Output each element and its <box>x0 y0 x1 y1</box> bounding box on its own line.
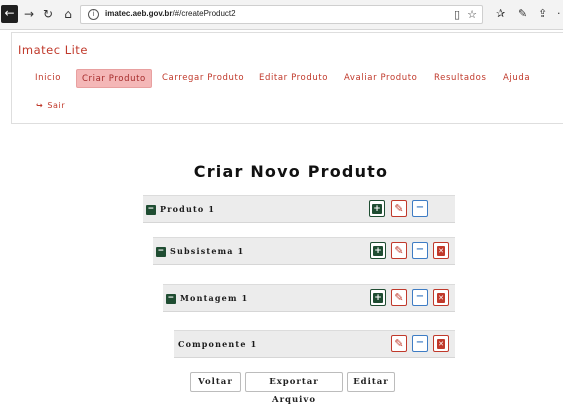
favorites-bar-icon[interactable]: ✰ <box>496 7 505 20</box>
menu-item-inicio[interactable]: Inicio <box>30 69 66 88</box>
browser-toolbar: ← → ↻ ⌂ i imatec.aeb.gov.br/#/createProd… <box>0 0 563 30</box>
tree-node-montagem: − Montagem 1 + ✎ − ✕ <box>163 284 455 312</box>
address-url: imatec.aeb.gov.br/#/createProduct2 <box>105 9 236 18</box>
plus-icon: + <box>373 293 383 303</box>
reload-icon[interactable]: ↻ <box>40 6 56 22</box>
menu-item-editar-produto[interactable]: Editar Produto <box>254 69 333 88</box>
edit-button[interactable]: ✎ <box>391 335 407 352</box>
add-child-button[interactable]: + <box>370 289 386 306</box>
tree-node-produto: − Produto 1 + ✎ − <box>143 195 455 223</box>
menu-item-resultados[interactable]: Resultados <box>429 69 492 88</box>
expand-toggle-icon[interactable]: − <box>146 205 156 215</box>
delete-button[interactable]: ✕ <box>433 335 449 352</box>
reading-view-icon[interactable]: ▯ <box>454 8 460 21</box>
plus-icon: + <box>373 246 383 256</box>
pen-notes-icon[interactable]: ✎ <box>518 7 527 20</box>
back-arrow-icon[interactable]: ← <box>1 5 18 23</box>
menu-item-carregar-produto[interactable]: Carregar Produto <box>157 69 249 88</box>
favorite-star-icon[interactable]: ☆ <box>467 8 477 21</box>
export-file-button[interactable]: Exportar Arquivo <box>245 372 343 405</box>
edit-button[interactable]: ✎ <box>391 200 407 217</box>
collapse-button[interactable]: − <box>412 200 428 217</box>
edit-product-button[interactable]: Editar <box>347 372 395 392</box>
page-title: Criar Novo Produto <box>193 162 389 181</box>
menu-item-avaliar-produto[interactable]: Avaliar Produto <box>339 69 423 88</box>
forward-arrow-icon[interactable]: → <box>21 6 37 22</box>
address-bar[interactable]: i imatec.aeb.gov.br/#/createProduct2 ▯ ☆ <box>80 5 483 24</box>
collapse-button[interactable]: − <box>412 289 428 306</box>
more-icon[interactable]: · <box>557 7 561 20</box>
app-brand[interactable]: Imatec Lite <box>18 43 88 57</box>
tree-node-label: Componente 1 <box>178 339 258 349</box>
trash-icon: ✕ <box>437 293 445 303</box>
plus-icon: + <box>372 204 382 214</box>
tree-node-componente: Componente 1 ✎ − ✕ <box>174 330 455 358</box>
tree-node-label: Produto 1 <box>160 204 216 214</box>
home-icon[interactable]: ⌂ <box>60 6 76 22</box>
menu-item-criar-produto[interactable]: Criar Produto <box>76 69 152 88</box>
share-icon[interactable]: ⇪ <box>538 7 547 20</box>
add-child-button[interactable]: + <box>369 200 385 217</box>
app-header: Imatec Lite Inicio Criar Produto Carrega… <box>11 32 563 124</box>
expand-toggle-icon[interactable]: − <box>166 294 176 304</box>
logout-icon: ↪ <box>36 101 44 110</box>
tree-node-label: Subsistema 1 <box>170 246 245 256</box>
delete-button[interactable]: ✕ <box>433 289 449 306</box>
collapse-button[interactable]: − <box>412 335 428 352</box>
trash-icon: ✕ <box>437 246 445 256</box>
trash-icon: ✕ <box>437 339 445 349</box>
edit-button[interactable]: ✎ <box>391 242 407 259</box>
collapse-button[interactable]: − <box>412 242 428 259</box>
menu-item-ajuda[interactable]: Ajuda <box>498 69 535 88</box>
logout-link[interactable]: ↪ Sair <box>36 101 65 110</box>
tree-node-label: Montagem 1 <box>180 293 249 303</box>
expand-toggle-icon[interactable]: − <box>156 247 166 257</box>
back-button[interactable]: Voltar <box>190 372 241 392</box>
tree-node-subsistema: − Subsistema 1 + ✎ − ✕ <box>153 237 455 265</box>
add-child-button[interactable]: + <box>370 242 386 259</box>
edit-button[interactable]: ✎ <box>391 289 407 306</box>
logout-label: Sair <box>47 101 66 110</box>
site-info-icon[interactable]: i <box>88 9 99 20</box>
delete-button[interactable]: ✕ <box>433 242 449 259</box>
